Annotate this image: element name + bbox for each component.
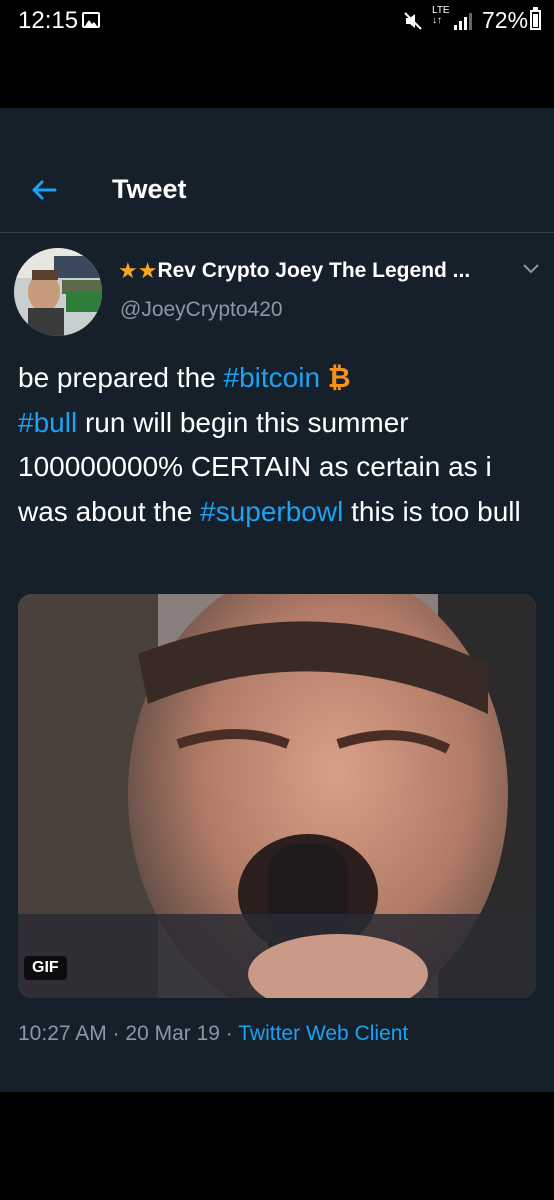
- hashtag-bull[interactable]: #bull: [18, 407, 77, 438]
- star-emoji-icon: ★★: [118, 258, 158, 283]
- tweet-source-link[interactable]: Twitter Web Client: [238, 1022, 408, 1045]
- tweet-screen: Tweet ★★Rev Crypto Joey The Legend ... @…: [0, 108, 554, 1092]
- tweet-gif[interactable]: [18, 594, 536, 998]
- avatar[interactable]: [14, 248, 102, 336]
- author-display-name[interactable]: Rev Crypto Joey The Legend ...: [157, 259, 470, 282]
- status-time: 12:15: [18, 7, 79, 34]
- hashtag-bitcoin[interactable]: #bitcoin: [224, 362, 321, 393]
- tweet-date: 20 Mar 19: [125, 1022, 220, 1045]
- tweet-text: be prepared the #bitcoin ₿ #bull run will…: [18, 362, 521, 527]
- gif-badge: GIF: [24, 956, 67, 980]
- chevron-down-icon[interactable]: [522, 262, 540, 276]
- mute-icon: [404, 12, 422, 30]
- app-header: Tweet: [0, 148, 554, 233]
- tweet-time: 10:27 AM: [18, 1022, 107, 1045]
- author-handle[interactable]: @JoeyCrypto420: [120, 298, 283, 322]
- battery-icon: [530, 10, 541, 30]
- author-name-row[interactable]: ★★Rev Crypto Joey The Legend ...: [118, 258, 518, 288]
- network-type: LTE ↓↑: [432, 5, 450, 26]
- image-notification-icon: [82, 12, 100, 28]
- back-arrow-icon[interactable]: [28, 174, 60, 206]
- status-bar: 12:15 LTE ↓↑ 72%: [0, 0, 554, 40]
- signal-icon: [454, 13, 472, 30]
- bitcoin-symbol-icon: ₿: [327, 362, 351, 393]
- hashtag-superbowl[interactable]: #superbowl: [200, 496, 343, 527]
- battery-percent: 72%: [482, 7, 529, 33]
- page-title: Tweet: [112, 174, 187, 204]
- tweet-metadata: 10:27 AM · 20 Mar 19 · Twitter Web Clien…: [18, 1022, 409, 1045]
